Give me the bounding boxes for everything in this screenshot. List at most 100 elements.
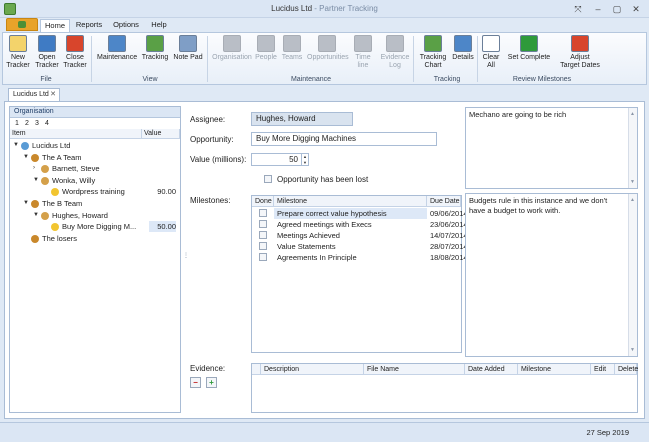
ribbon-button-label: Details [452, 54, 474, 61]
tree-item[interactable]: ▼ Wonka, Willy [10, 175, 180, 186]
pane-splitter-handle[interactable]: ⋮ [183, 252, 189, 262]
notes-bottom-scrollbar[interactable] [628, 194, 637, 356]
minimize-button[interactable]: – [592, 3, 604, 15]
ribbon-group-separator [91, 36, 92, 82]
restore-layout-icon[interactable]: ⤧ [572, 3, 584, 15]
level-2-button[interactable]: 2 [25, 118, 35, 129]
tree-expander-icon[interactable]: ▼ [33, 175, 39, 186]
clear-all-button[interactable]: Clear All [481, 34, 501, 74]
tree-expander-icon[interactable]: ▼ [23, 198, 29, 209]
level-3-button[interactable]: 3 [35, 118, 45, 129]
ribbon-button-label: Tracker [63, 61, 87, 69]
people-button[interactable]: People [254, 34, 278, 74]
milestone-done-checkbox[interactable] [259, 220, 267, 228]
tab-reports[interactable]: Reports [72, 19, 106, 32]
tree-item-label: Buy More Digging M... [62, 222, 137, 232]
column-header-edit[interactable]: Edit [591, 364, 615, 375]
tree-expander-icon[interactable]: ▼ [13, 140, 19, 151]
tree-item-label: The losers [42, 233, 78, 243]
evidence-label: Evidence: [190, 364, 226, 373]
milestone-row[interactable]: Agreements In Principle 18/08/2014 [252, 252, 468, 263]
note-pad-button[interactable]: Note Pad [172, 34, 204, 74]
milestone-due-date: 14/07/2014 [430, 231, 468, 240]
close-tracker-button[interactable]: Close Tracker [62, 34, 88, 74]
milestone-row[interactable]: Value Statements 28/07/2014 [252, 241, 468, 252]
tracking-button[interactable]: Tracking [140, 34, 170, 74]
tree-item[interactable]: ▼ The A Team [10, 152, 180, 163]
tracking-icon [146, 35, 164, 52]
remove-evidence-button[interactable]: − [190, 377, 201, 388]
opportunity-input[interactable]: Buy More Digging Machines [251, 132, 437, 146]
milestone-done-checkbox[interactable] [259, 242, 267, 250]
tree-expander-icon[interactable]: › [33, 163, 39, 174]
ribbon-button-label: All [487, 61, 495, 69]
tab-options[interactable]: Options [108, 19, 144, 32]
teams-button[interactable]: Teams [280, 34, 304, 74]
spin-buttons[interactable]: ▲ ▼ [301, 154, 308, 166]
tree-item[interactable]: Buy More Digging M... 50.00 [10, 221, 180, 233]
tree-item[interactable]: The losers [10, 233, 180, 244]
ribbon-button-label: Target Dates [560, 61, 600, 69]
maintenance-button[interactable]: Maintenance [97, 34, 137, 74]
milestone-due-date: 23/06/2014 [430, 220, 468, 229]
ribbon-group-label: Tracking [433, 76, 461, 83]
column-header-milestone[interactable]: Milestone [274, 196, 427, 207]
time-line-button[interactable]: Time line [349, 34, 377, 74]
close-tab-icon[interactable]: ✕ [50, 89, 56, 100]
tree-item[interactable]: Wordpress training 90.00 [10, 186, 180, 197]
level-4-button[interactable]: 4 [45, 118, 55, 129]
column-header-due-date[interactable]: Due Date [427, 196, 461, 207]
notes-top-scrollbar[interactable] [628, 108, 637, 188]
value-stepper[interactable]: 50 ▲ ▼ [251, 153, 309, 166]
tree-item[interactable]: ▼ The B Team [10, 198, 180, 209]
milestone-done-checkbox[interactable] [259, 209, 267, 217]
column-header-milestone[interactable]: Milestone [518, 364, 591, 375]
add-evidence-button[interactable]: + [206, 377, 217, 388]
document-tab-lucidus[interactable]: Lucidus Ltd ✕ [8, 88, 60, 101]
window-title: Lucidus Ltd - Partner Tracking [271, 4, 378, 13]
level-1-button[interactable]: 1 [15, 118, 25, 129]
milestone-row[interactable]: Prepare correct value hypothesis 09/06/20… [252, 208, 468, 219]
evidence-log-button[interactable]: Evidence Log [380, 34, 410, 74]
tree-item[interactable]: ▼ Lucidus Ltd [10, 140, 180, 151]
file-menu-button[interactable] [6, 18, 38, 31]
milestone-done-checkbox[interactable] [259, 253, 267, 261]
column-header-date-added[interactable]: Date Added [465, 364, 518, 375]
opportunities-button[interactable]: Opportunities [307, 34, 349, 74]
status-date: 27 Sep 2019 [586, 428, 629, 437]
column-header-item[interactable]: Item [10, 129, 142, 139]
new-tracker-button[interactable]: New Tracker [6, 34, 30, 74]
ribbon-button-label: Evidence [380, 54, 410, 61]
tree-expander-icon[interactable]: ▼ [33, 210, 39, 221]
close-tracker-icon [66, 35, 84, 52]
column-header-description[interactable]: Description [261, 364, 364, 375]
ribbon-group-separator [413, 36, 414, 82]
milestone-due-date: 18/08/2014 [430, 253, 468, 262]
milestone-row[interactable]: Meetings Achieved 14/07/2014 [252, 230, 468, 241]
column-header-file-name[interactable]: File Name [364, 364, 465, 375]
adjust-target-dates-button[interactable]: Adjust Target Dates [558, 34, 602, 74]
tree-item[interactable]: ▼ Hughes, Howard [10, 210, 180, 221]
notes-bottom-memo[interactable]: Budgets rule in this instance and we don… [465, 193, 638, 357]
tracking-chart-button[interactable]: Tracking Chart [418, 34, 448, 74]
milestone-done-checkbox[interactable] [259, 231, 267, 239]
maximize-button[interactable]: ▢ [611, 3, 623, 15]
tree-expander-icon[interactable]: ▼ [23, 152, 29, 163]
milestone-row[interactable]: Agreed meetings with Execs 23/06/2014 [252, 219, 468, 230]
opportunity-lost-checkbox[interactable] [264, 175, 272, 183]
open-tracker-button[interactable]: Open Tracker [35, 34, 59, 74]
document-tab-strip: Lucidus Ltd ✕ [2, 86, 647, 101]
organisation-icon [223, 35, 241, 52]
tab-home[interactable]: Home [40, 19, 70, 32]
tree-item-label: Lucidus Ltd [32, 141, 71, 150]
close-window-button[interactable]: ✕ [630, 3, 642, 15]
notes-top-memo[interactable]: Mechano are going to be rich [465, 107, 638, 189]
column-header-delete[interactable]: Delete [615, 364, 638, 375]
tree-item[interactable]: › Barnett, Steve [10, 163, 180, 174]
column-header-value[interactable]: Value [142, 129, 180, 139]
tab-help[interactable]: Help [146, 19, 172, 32]
column-header-done[interactable]: Done [252, 196, 274, 207]
details-button[interactable]: Details [451, 34, 475, 74]
set-complete-button[interactable]: Set Complete [506, 34, 552, 74]
organisation-button[interactable]: Organisation [212, 34, 252, 74]
